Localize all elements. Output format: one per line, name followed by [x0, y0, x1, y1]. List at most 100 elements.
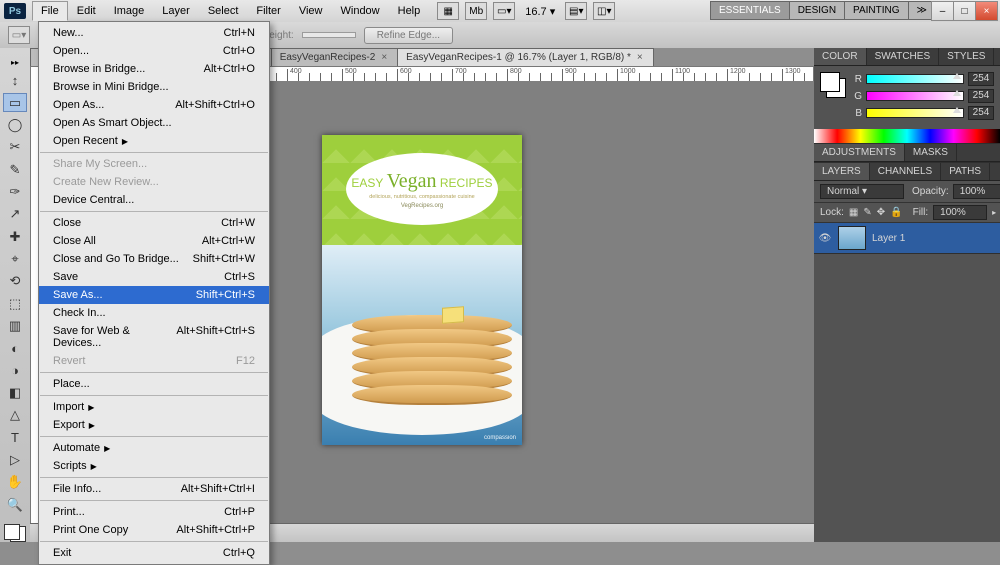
b-value[interactable]: 254: [968, 106, 994, 120]
menu-select[interactable]: Select: [199, 1, 248, 21]
arrange-icon[interactable]: ▤▾: [565, 2, 587, 20]
menu-item[interactable]: Print...Ctrl+P: [39, 503, 269, 521]
toolbar-icon[interactable]: ▦: [437, 2, 459, 20]
tool-button[interactable]: △: [3, 406, 27, 424]
tool-button[interactable]: ✋: [3, 473, 27, 491]
visibility-icon[interactable]: 👁: [818, 233, 832, 244]
menu-item[interactable]: Place...: [39, 375, 269, 393]
toolbox-collapse-icon[interactable]: ▸▸: [11, 58, 19, 67]
panel-tab[interactable]: CHANNELS: [870, 163, 941, 180]
menu-item[interactable]: ExitCtrl+Q: [39, 544, 269, 562]
panel-tab[interactable]: SWATCHES: [867, 48, 940, 65]
menu-item[interactable]: Export▶: [39, 416, 269, 434]
workspace-tab[interactable]: PAINTING: [844, 1, 908, 20]
view-icon[interactable]: ◫▾: [593, 2, 615, 20]
workspace-tab[interactable]: ESSENTIALS: [710, 1, 790, 20]
menu-item[interactable]: Check In...: [39, 304, 269, 322]
lock-transparent-icon[interactable]: ▦: [849, 207, 858, 218]
refine-edge-button[interactable]: Refine Edge...: [364, 27, 453, 44]
menu-item[interactable]: Open...Ctrl+O: [39, 42, 269, 60]
maximize-button[interactable]: □: [953, 1, 976, 21]
r-value[interactable]: 254: [968, 72, 994, 86]
tool-button[interactable]: ◧: [3, 384, 27, 402]
minimize-button[interactable]: –: [931, 1, 954, 21]
opacity-field[interactable]: 100%: [953, 184, 1000, 199]
tool-button[interactable]: ◐: [3, 339, 27, 357]
menu-item[interactable]: Save As...Shift+Ctrl+S: [39, 286, 269, 304]
layer-row[interactable]: 👁 Layer 1: [814, 223, 1000, 253]
workspace-tab[interactable]: DESIGN: [789, 1, 845, 20]
color-spectrum[interactable]: [814, 129, 1000, 143]
tool-button[interactable]: ◑: [3, 361, 27, 379]
tool-button[interactable]: ✂: [3, 138, 27, 156]
tool-button[interactable]: ◯: [3, 116, 27, 134]
menu-file[interactable]: File: [32, 1, 68, 21]
height-field[interactable]: [302, 32, 356, 38]
tool-button[interactable]: T: [3, 429, 27, 447]
tool-button[interactable]: ✚: [3, 227, 27, 245]
layer-name[interactable]: Layer 1: [872, 233, 905, 244]
menu-item[interactable]: Close and Go To Bridge...Shift+Ctrl+W: [39, 250, 269, 268]
foreground-background-swatch[interactable]: [4, 524, 26, 542]
tool-button[interactable]: 🔍: [3, 496, 27, 514]
menu-item[interactable]: CloseCtrl+W: [39, 214, 269, 232]
tool-button[interactable]: ▥: [3, 317, 27, 335]
close-button[interactable]: ×: [975, 1, 998, 21]
menu-filter[interactable]: Filter: [247, 1, 289, 21]
tool-button[interactable]: ⟲: [3, 272, 27, 290]
tool-button[interactable]: ⬚: [3, 294, 27, 312]
menu-item[interactable]: Automate▶: [39, 439, 269, 457]
close-tab-icon[interactable]: ×: [637, 52, 643, 63]
toolbar-icon[interactable]: Mb: [465, 2, 487, 20]
menu-item[interactable]: Open Recent▶: [39, 132, 269, 150]
panel-tab[interactable]: STYLES: [939, 48, 994, 65]
tool-preset-icon[interactable]: ▭▾: [8, 26, 30, 44]
tool-button[interactable]: ✎: [3, 160, 27, 178]
screen-mode-icon[interactable]: ▭▾: [493, 2, 515, 20]
panel-tab[interactable]: MASKS: [905, 144, 957, 161]
tool-button[interactable]: ↕: [3, 71, 27, 89]
panel-tab[interactable]: ADJUSTMENTS: [814, 144, 905, 161]
r-slider[interactable]: [866, 74, 964, 84]
tool-button[interactable]: ▭: [3, 93, 27, 111]
tool-button[interactable]: ▷: [3, 451, 27, 469]
menu-item[interactable]: New...Ctrl+N: [39, 24, 269, 42]
lock-all-icon[interactable]: 🔒: [890, 207, 902, 218]
tool-button[interactable]: ↗: [3, 205, 27, 223]
menu-window[interactable]: Window: [332, 1, 389, 21]
menu-item[interactable]: Browse in Mini Bridge...: [39, 78, 269, 96]
panel-tab[interactable]: COLOR: [814, 48, 867, 65]
fill-field[interactable]: 100%: [933, 205, 987, 220]
menu-item[interactable]: Scripts▶: [39, 457, 269, 475]
panel-tab[interactable]: LAYERS: [814, 163, 870, 180]
menu-item[interactable]: Close AllAlt+Ctrl+W: [39, 232, 269, 250]
color-swatch[interactable]: [820, 72, 846, 98]
tool-button[interactable]: ✑: [3, 183, 27, 201]
menu-item[interactable]: Print One CopyAlt+Shift+Ctrl+P: [39, 521, 269, 539]
menu-edit[interactable]: Edit: [68, 1, 105, 21]
menu-item[interactable]: File Info...Alt+Shift+Ctrl+I: [39, 480, 269, 498]
b-slider[interactable]: [866, 108, 964, 118]
menu-view[interactable]: View: [290, 1, 332, 21]
document-tab[interactable]: EasyVeganRecipes-2×: [271, 48, 398, 66]
tool-button[interactable]: ⌖: [3, 250, 27, 268]
lock-pixels-icon[interactable]: ✎: [863, 207, 871, 218]
blend-mode-select[interactable]: Normal ▾: [820, 184, 904, 199]
menu-layer[interactable]: Layer: [153, 1, 199, 21]
menu-item[interactable]: Save for Web & Devices...Alt+Shift+Ctrl+…: [39, 322, 269, 352]
lock-position-icon[interactable]: ✥: [877, 207, 885, 218]
panel-tab[interactable]: PATHS: [941, 163, 990, 180]
menu-help[interactable]: Help: [389, 1, 430, 21]
menu-image[interactable]: Image: [105, 1, 154, 21]
menu-item[interactable]: Open As...Alt+Shift+Ctrl+O: [39, 96, 269, 114]
menu-item[interactable]: SaveCtrl+S: [39, 268, 269, 286]
layer-thumbnail[interactable]: [838, 226, 866, 250]
g-slider[interactable]: [866, 91, 964, 101]
g-value[interactable]: 254: [968, 89, 994, 103]
zoom-percent[interactable]: 16.7 ▾: [525, 5, 555, 18]
menu-item[interactable]: Import▶: [39, 398, 269, 416]
menu-item[interactable]: Browse in Bridge...Alt+Ctrl+O: [39, 60, 269, 78]
menu-item[interactable]: Open As Smart Object...: [39, 114, 269, 132]
close-tab-icon[interactable]: ×: [381, 52, 387, 63]
document-tab[interactable]: EasyVeganRecipes-1 @ 16.7% (Layer 1, RGB…: [397, 48, 654, 66]
